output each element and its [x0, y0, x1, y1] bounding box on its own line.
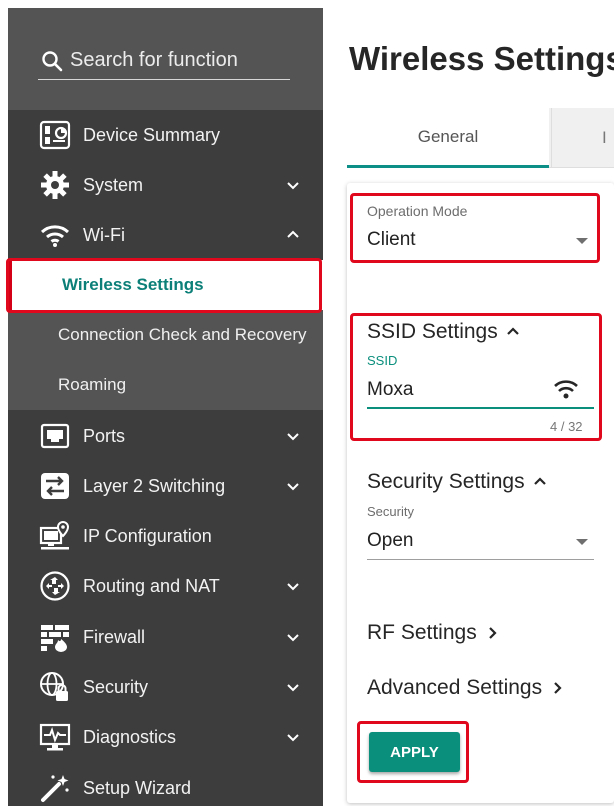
wifi-signal-icon — [554, 380, 578, 399]
sidebar-item-label: Wi-Fi — [83, 224, 125, 245]
sidebar-item-label: Firewall — [83, 626, 146, 647]
search-placeholder: Search for function — [70, 49, 238, 71]
sidebar-item-label: Security — [83, 676, 149, 697]
globe-lock-icon — [38, 670, 72, 704]
sidebar-subitem-label: Connection Check and Recovery — [58, 325, 307, 344]
sidebar-item-label: Layer 2 Switching — [83, 475, 226, 496]
chevron-up-icon — [533, 477, 546, 485]
rf-settings-header[interactable]: RF Settings — [367, 621, 501, 645]
chevron-down-icon — [287, 684, 299, 692]
operation-mode-label: Operation Mode — [367, 203, 468, 219]
monitor-pulse-icon — [38, 720, 72, 754]
ssid-settings-title: SSID Settings — [367, 320, 498, 343]
search-input[interactable]: Search for function — [38, 42, 290, 80]
ethernet-port-icon — [38, 419, 72, 453]
operation-mode-value[interactable]: Client — [367, 229, 416, 251]
chevron-right-icon — [554, 682, 562, 694]
dropdown-caret-icon — [576, 539, 588, 545]
advanced-settings-title: Advanced Settings — [367, 676, 543, 699]
ip-config-icon — [38, 519, 72, 553]
sidebar-item-label: Device Summary — [83, 124, 221, 145]
sidebar-item-diagnostics[interactable]: Diagnostics — [8, 712, 323, 762]
tab-next[interactable]: I — [551, 108, 614, 168]
sidebar: Search for function Device Summary Syste… — [8, 8, 323, 806]
apply-button[interactable]: APPLY — [369, 732, 460, 772]
ssid-input[interactable]: Moxa — [367, 379, 413, 401]
sidebar-item-system[interactable]: System — [8, 160, 323, 210]
sidebar-item-device-summary[interactable]: Device Summary — [8, 110, 323, 160]
sidebar-item-label: System — [83, 174, 144, 195]
device-summary-icon — [38, 118, 72, 152]
chevron-down-icon — [287, 634, 299, 642]
sidebar-item-routing-nat[interactable]: Routing and NAT — [8, 561, 323, 611]
chevron-down-icon — [287, 433, 299, 441]
routing-icon — [38, 569, 72, 603]
wifi-icon — [38, 218, 72, 252]
sidebar-item-setup-wizard[interactable]: Setup Wizard — [8, 763, 323, 806]
security-underline — [367, 559, 594, 560]
advanced-settings-header[interactable]: Advanced Settings — [367, 676, 566, 700]
sidebar-item-ip-configuration[interactable]: IP Configuration — [8, 511, 323, 561]
security-settings-title: Security Settings — [367, 470, 525, 493]
security-select[interactable]: Open — [367, 530, 413, 552]
sidebar-item-label: Routing and NAT — [83, 575, 220, 596]
chevron-down-icon — [287, 182, 299, 190]
sidebar-item-firewall[interactable]: Firewall — [8, 612, 323, 662]
wand-icon — [38, 771, 72, 805]
security-field-label: Security — [367, 504, 414, 519]
firewall-icon — [38, 620, 72, 654]
sidebar-subitem-roaming[interactable]: Roaming — [8, 360, 323, 410]
tab-general[interactable]: General — [347, 108, 549, 168]
security-settings-header[interactable]: Security Settings — [367, 470, 549, 494]
chevron-up-icon — [506, 327, 519, 335]
ssid-char-counter: 4 / 32 — [550, 419, 583, 434]
sidebar-subitem-label: Roaming — [58, 375, 127, 394]
sidebar-item-label: Ports — [83, 425, 126, 446]
ssid-settings-header[interactable]: SSID Settings — [367, 320, 522, 344]
ssid-underline — [367, 407, 594, 409]
page-title: Wireless Settings — [349, 40, 614, 77]
sidebar-item-label: Diagnostics — [83, 726, 177, 747]
chevron-up-icon — [287, 230, 299, 238]
sidebar-item-wifi[interactable]: Wi-Fi — [8, 210, 323, 260]
settings-card: Operation Mode Client SSID Settings SSID… — [347, 183, 614, 803]
sidebar-item-security[interactable]: Security — [8, 662, 323, 712]
search-area: Search for function — [8, 8, 323, 110]
sidebar-subitem-connection-check[interactable]: Connection Check and Recovery — [8, 310, 323, 360]
sidebar-subitem-wireless-settings[interactable]: Wireless Settings — [8, 260, 323, 310]
sidebar-item-label: IP Configuration — [83, 525, 212, 546]
search-icon — [42, 50, 63, 71]
sidebar-subitem-label: Wireless Settings — [62, 275, 204, 294]
dropdown-caret-icon — [576, 238, 588, 244]
main-content: Wireless Settings General I Operation Mo… — [323, 0, 614, 806]
sidebar-item-ports[interactable]: Ports — [8, 411, 323, 461]
rf-settings-title: RF Settings — [367, 621, 477, 644]
switching-icon — [38, 469, 72, 503]
chevron-down-icon — [287, 483, 299, 491]
tab-bar: General I — [347, 108, 614, 168]
sidebar-item-layer2-switching[interactable]: Layer 2 Switching — [8, 461, 323, 511]
chevron-right-icon — [488, 627, 497, 639]
sidebar-item-label: Setup Wizard — [83, 777, 192, 798]
ssid-field-label: SSID — [367, 353, 398, 368]
chevron-down-icon — [287, 583, 299, 591]
gear-icon — [38, 168, 72, 202]
chevron-down-icon — [287, 734, 299, 742]
